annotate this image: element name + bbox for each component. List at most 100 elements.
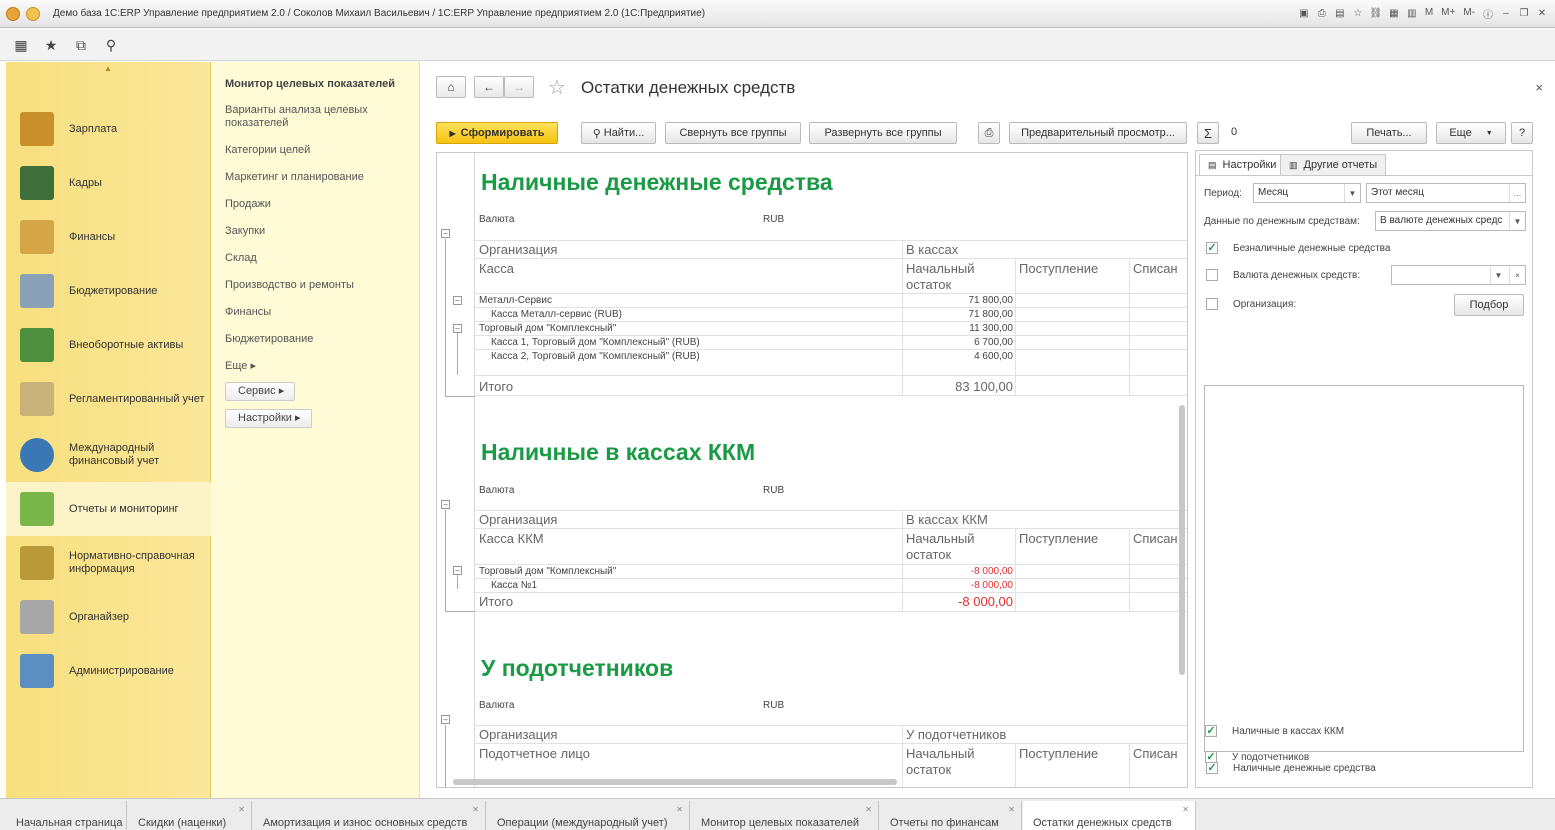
close-tab-icon[interactable]: ✕ — [472, 805, 479, 814]
kkm-checkbox[interactable]: ✓ — [1205, 725, 1217, 737]
section-regulated-accounting[interactable]: Регламентированный учет — [6, 372, 211, 426]
close-tab-icon[interactable]: ✕ — [238, 805, 245, 814]
memory-mplus-button[interactable]: M+ — [1439, 6, 1457, 20]
close-tab-icon[interactable]: ✕ — [1008, 805, 1015, 814]
func-item-more[interactable]: Еще ▸ — [225, 360, 405, 373]
print-button[interactable]: Печать... — [1351, 122, 1427, 144]
back-button[interactable]: ← — [474, 76, 504, 98]
app-menu-icon[interactable] — [26, 7, 40, 21]
collapse-toggle-icon[interactable]: – — [441, 715, 450, 724]
currency-checkbox[interactable] — [1206, 269, 1218, 281]
accountable-checkbox[interactable]: ✓ — [1205, 751, 1217, 763]
organization-checkbox[interactable] — [1206, 298, 1218, 310]
favorites-star-icon[interactable]: ★ — [42, 36, 60, 54]
generate-button[interactable]: ▶ Сформировать — [436, 122, 558, 144]
minimize-icon[interactable]: – — [1499, 6, 1513, 20]
search-icon[interactable]: ⚲ — [102, 36, 120, 54]
print-icon[interactable]: ⎙ — [1315, 6, 1329, 20]
section-salary[interactable]: Зарплата — [6, 102, 211, 156]
close-tab-icon[interactable]: ✕ — [865, 805, 872, 814]
select-button[interactable]: Подбор — [1454, 294, 1524, 316]
section-fixed-assets[interactable]: Внеоборотные активы — [6, 318, 211, 372]
window-tab-active[interactable]: Остатки денежных средств ✕ — [1023, 801, 1196, 830]
apps-grid-icon[interactable]: ▦ — [12, 36, 30, 54]
collapse-groups-button[interactable]: Свернуть все группы — [665, 122, 801, 144]
collapse-toggle-icon[interactable]: – — [441, 500, 450, 509]
scroll-up-icon[interactable]: ▲ — [104, 64, 112, 73]
calculator-icon[interactable]: ▥ — [1405, 6, 1419, 20]
more-button[interactable]: Еще ▼ — [1436, 122, 1506, 144]
close-tab-icon[interactable]: ✕ — [676, 805, 683, 814]
func-item[interactable]: Продажи — [225, 198, 405, 211]
data-select[interactable]: В валюте денежных средс — [1375, 211, 1526, 231]
ellipsis-icon[interactable]: … — [1509, 184, 1525, 202]
period-range-field[interactable]: Этот месяц — [1366, 183, 1526, 203]
horizontal-scrollbar[interactable] — [453, 779, 897, 785]
section-reference-data[interactable]: Нормативно-справочная информация — [6, 536, 211, 590]
settings-menu-button[interactable]: Настройки ▸ — [225, 409, 312, 428]
preview-button[interactable]: Предварительный просмотр... — [1009, 122, 1187, 144]
section-reports[interactable]: Отчеты и мониторинг — [6, 482, 211, 536]
org-header: Организация — [479, 242, 558, 257]
func-item[interactable]: Категории целей — [225, 144, 405, 157]
collapse-toggle-icon[interactable]: – — [453, 566, 462, 575]
close-form-icon[interactable]: × — [1535, 80, 1543, 95]
section-budgeting[interactable]: Бюджетирование — [6, 264, 211, 318]
preview-icon[interactable]: ▤ — [1333, 6, 1347, 20]
info-icon[interactable]: ⓘ — [1481, 6, 1495, 21]
expand-groups-button[interactable]: Развернуть все группы — [809, 122, 957, 144]
window-tab[interactable]: Операции (международный учет) ✕ — [487, 801, 690, 830]
chevron-down-icon[interactable]: ▼ — [1509, 212, 1525, 230]
report-spreadsheet[interactable]: Наличные денежные средства Валюта RUB – … — [436, 152, 1188, 788]
func-item[interactable]: Финансы — [225, 306, 405, 319]
collapse-toggle-icon[interactable]: – — [453, 296, 462, 305]
section-organizer[interactable]: Органайзер — [6, 590, 211, 644]
favorites-icon[interactable]: ☆ — [1351, 6, 1365, 20]
cashless-checkbox[interactable]: ✓ — [1206, 242, 1218, 254]
chevron-down-icon[interactable]: ▼ — [1344, 184, 1360, 202]
func-item[interactable]: Закупки — [225, 225, 405, 238]
forward-button[interactable]: → — [504, 76, 534, 98]
window-tab[interactable]: Скидки (наценки) ✕ — [128, 801, 252, 830]
collapse-toggle-icon[interactable]: – — [453, 324, 462, 333]
window-tab[interactable]: Амортизация и износ основных средств ✕ — [253, 801, 486, 830]
collapse-toggle-icon[interactable]: – — [441, 229, 450, 238]
section-ifrs[interactable]: Международный финансовый учет — [6, 428, 211, 482]
chevron-down-icon[interactable]: ▼ — [1490, 266, 1506, 284]
func-item[interactable]: Производство и ремонты — [225, 279, 405, 292]
tab-other-reports[interactable]: ▥ Другие отчеты — [1280, 154, 1387, 175]
section-administration[interactable]: Администрирование — [6, 644, 211, 698]
memory-m-button[interactable]: M — [1423, 6, 1435, 20]
window-tab[interactable]: Отчеты по финансам ✕ — [880, 801, 1022, 830]
memory-mminus-button[interactable]: M- — [1461, 6, 1477, 20]
save-icon[interactable]: ▣ — [1297, 6, 1311, 20]
calendar-icon[interactable]: ▦ — [1387, 6, 1401, 20]
func-item[interactable]: Склад — [225, 252, 405, 265]
cash-checkbox[interactable]: ✓ — [1206, 762, 1218, 774]
link-icon[interactable]: ⛓ — [1369, 6, 1383, 20]
window-tab[interactable]: Начальная страница — [6, 801, 127, 830]
help-button[interactable]: ? — [1511, 122, 1533, 144]
organization-list[interactable] — [1204, 385, 1524, 752]
clear-icon[interactable]: × — [1509, 266, 1525, 284]
window-tab[interactable]: Монитор целевых показателей ✕ — [691, 801, 879, 830]
print-icon-button[interactable]: ⎙ — [978, 122, 1000, 144]
home-button[interactable]: ⌂ — [436, 76, 466, 98]
functions-header[interactable]: Монитор целевых показателей — [225, 78, 395, 90]
history-icon[interactable]: ⧉ — [72, 36, 90, 54]
service-menu-button[interactable]: Сервис ▸ — [225, 382, 296, 401]
func-item[interactable]: Варианты анализа целевых показателей — [225, 104, 405, 130]
sum-button[interactable]: Σ — [1197, 122, 1219, 144]
vertical-scrollbar[interactable] — [1179, 405, 1185, 675]
section-hr[interactable]: Кадры — [6, 156, 211, 210]
func-item[interactable]: Бюджетирование — [225, 333, 405, 346]
func-item[interactable]: Маркетинг и планирование — [225, 171, 405, 184]
section-finance[interactable]: Финансы — [6, 210, 211, 264]
close-window-icon[interactable]: ✕ — [1535, 6, 1549, 20]
find-button[interactable]: ⚲ Найти... — [581, 122, 656, 144]
tab-settings[interactable]: ▤ Настройки — [1199, 154, 1286, 175]
maximize-icon[interactable]: ❐ — [1517, 6, 1531, 20]
favorite-star-icon[interactable]: ☆ — [548, 75, 566, 100]
app-logo-icon[interactable] — [6, 7, 20, 21]
close-tab-icon[interactable]: ✕ — [1182, 805, 1189, 814]
